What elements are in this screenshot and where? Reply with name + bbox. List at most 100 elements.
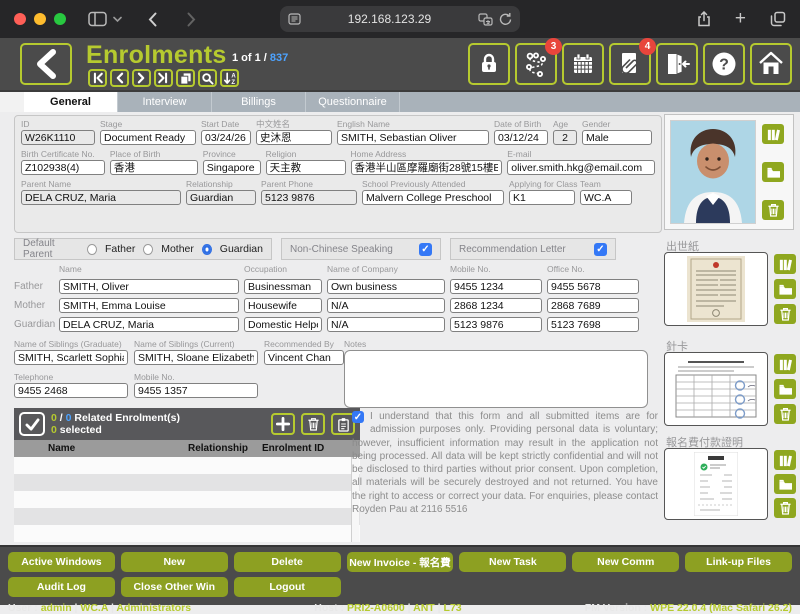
gender-field[interactable] bbox=[582, 130, 652, 145]
vaccine-delete-button[interactable] bbox=[774, 404, 796, 424]
vaccine-folder-button[interactable] bbox=[774, 379, 796, 399]
birth-cert-field[interactable] bbox=[21, 160, 105, 175]
chinese-name-field[interactable] bbox=[256, 130, 332, 145]
radio-guardian[interactable] bbox=[202, 244, 212, 255]
home-address-field[interactable] bbox=[351, 160, 503, 175]
guardian-mobile-field[interactable] bbox=[450, 317, 542, 332]
guardian-office-field[interactable] bbox=[547, 317, 639, 332]
parent-phone-field[interactable] bbox=[261, 190, 357, 205]
zoom-window-button[interactable] bbox=[54, 13, 66, 25]
next-record-button[interactable] bbox=[132, 69, 151, 87]
siblings-graduate-field[interactable] bbox=[14, 350, 128, 365]
mother-company-field[interactable] bbox=[327, 298, 445, 313]
lock-button[interactable] bbox=[468, 43, 510, 85]
address-bar[interactable]: 192.168.123.29 bbox=[280, 6, 520, 32]
declaration-checkbox[interactable]: ✓ bbox=[352, 411, 364, 423]
radio-father-label[interactable]: Father bbox=[105, 243, 135, 255]
father-name-field[interactable] bbox=[59, 279, 239, 294]
new-tab-icon[interactable]: + bbox=[735, 8, 746, 30]
previous-record-button[interactable] bbox=[110, 69, 129, 87]
share-icon[interactable] bbox=[697, 11, 711, 27]
last-record-button[interactable] bbox=[154, 69, 173, 87]
stage-field[interactable] bbox=[100, 130, 196, 145]
age-field[interactable] bbox=[553, 130, 577, 145]
sort-icon[interactable]: AZ bbox=[220, 69, 239, 87]
mother-occupation-field[interactable] bbox=[244, 298, 322, 313]
start-date-field[interactable] bbox=[201, 130, 251, 145]
url-text[interactable]: 192.168.123.29 bbox=[301, 12, 478, 26]
payment-linkup-button[interactable] bbox=[774, 450, 796, 470]
add-related-button[interactable] bbox=[271, 413, 295, 435]
tab-questionnaire[interactable]: Questionnaire bbox=[306, 92, 400, 112]
photo-folder-button[interactable] bbox=[762, 162, 784, 182]
photo-delete-button[interactable] bbox=[762, 200, 784, 220]
back-button[interactable] bbox=[20, 43, 72, 85]
workflow-button[interactable]: 3 bbox=[515, 43, 557, 85]
first-record-button[interactable] bbox=[88, 69, 107, 87]
forward-icon[interactable] bbox=[187, 12, 196, 27]
english-name-field[interactable] bbox=[337, 130, 489, 145]
father-company-field[interactable] bbox=[327, 279, 445, 294]
vaccine-card-thumbnail[interactable] bbox=[664, 352, 768, 426]
birth-cert-linkup-button[interactable] bbox=[774, 254, 796, 274]
radio-father[interactable] bbox=[87, 244, 97, 255]
father-occupation-field[interactable] bbox=[244, 279, 322, 294]
mother-mobile-field[interactable] bbox=[450, 298, 542, 313]
email-field[interactable] bbox=[507, 160, 655, 175]
dob-field[interactable] bbox=[494, 130, 548, 145]
home-button[interactable] bbox=[750, 43, 792, 85]
minimize-window-button[interactable] bbox=[34, 13, 46, 25]
tab-general[interactable]: General bbox=[24, 92, 118, 112]
school-field[interactable] bbox=[362, 190, 504, 205]
telephone-field[interactable] bbox=[14, 383, 128, 398]
close-other-win-button[interactable]: Close Other Win bbox=[121, 577, 228, 597]
province-field[interactable] bbox=[203, 160, 261, 175]
guardian-name-field[interactable] bbox=[59, 317, 239, 332]
calendar-button[interactable] bbox=[562, 43, 604, 85]
logout-button[interactable]: Logout bbox=[234, 577, 341, 597]
payment-folder-button[interactable] bbox=[774, 474, 796, 494]
tab-billings[interactable]: Billings bbox=[212, 92, 306, 112]
mother-name-field[interactable] bbox=[59, 298, 239, 313]
class-field[interactable] bbox=[509, 190, 575, 205]
id-field[interactable] bbox=[21, 130, 95, 145]
place-of-birth-field[interactable] bbox=[110, 160, 198, 175]
father-mobile-field[interactable] bbox=[450, 279, 542, 294]
mother-office-field[interactable] bbox=[547, 298, 639, 313]
find-icon[interactable] bbox=[198, 69, 217, 87]
radio-mother[interactable] bbox=[143, 244, 153, 255]
siblings-current-field[interactable] bbox=[134, 350, 258, 365]
sidebar-icon[interactable] bbox=[88, 11, 107, 27]
non-chinese-checkbox[interactable]: ✓ bbox=[419, 243, 432, 256]
help-button[interactable]: ? bbox=[703, 43, 745, 85]
new-comm-button[interactable]: New Comm bbox=[572, 552, 679, 572]
photo-linkup-button[interactable] bbox=[762, 124, 784, 144]
reload-icon[interactable] bbox=[499, 12, 512, 26]
delete-related-button[interactable] bbox=[301, 413, 325, 435]
birth-cert-thumbnail[interactable] bbox=[664, 252, 768, 326]
radio-guardian-label[interactable]: Guardian bbox=[220, 243, 263, 255]
radio-mother-label[interactable]: Mother bbox=[161, 243, 194, 255]
father-office-field[interactable] bbox=[547, 279, 639, 294]
relationship-field[interactable] bbox=[186, 190, 256, 205]
chevron-down-icon[interactable] bbox=[113, 16, 122, 23]
tab-interview[interactable]: Interview bbox=[118, 92, 212, 112]
new-button[interactable]: New bbox=[121, 552, 228, 572]
sibling-mobile-field[interactable] bbox=[134, 383, 258, 398]
new-invoice-button[interactable]: New Invoice - 報名費 bbox=[347, 552, 454, 572]
vaccine-linkup-button[interactable] bbox=[774, 354, 796, 374]
notes-input[interactable] bbox=[344, 350, 648, 408]
recommended-by-field[interactable] bbox=[264, 350, 344, 365]
translate-icon[interactable] bbox=[478, 13, 493, 26]
select-all-button[interactable] bbox=[19, 412, 45, 436]
delete-button[interactable]: Delete bbox=[234, 552, 341, 572]
team-field[interactable] bbox=[580, 190, 632, 205]
birth-cert-delete-button[interactable] bbox=[774, 304, 796, 324]
active-windows-button[interactable]: Active Windows bbox=[8, 552, 115, 572]
new-task-button[interactable]: New Task bbox=[459, 552, 566, 572]
tab-overview-icon[interactable] bbox=[770, 11, 786, 27]
parent-name-field[interactable] bbox=[21, 190, 181, 205]
duplicate-record-icon[interactable] bbox=[176, 69, 195, 87]
close-window-button[interactable] bbox=[14, 13, 26, 25]
link-up-files-button[interactable]: Link-up Files bbox=[685, 552, 792, 572]
